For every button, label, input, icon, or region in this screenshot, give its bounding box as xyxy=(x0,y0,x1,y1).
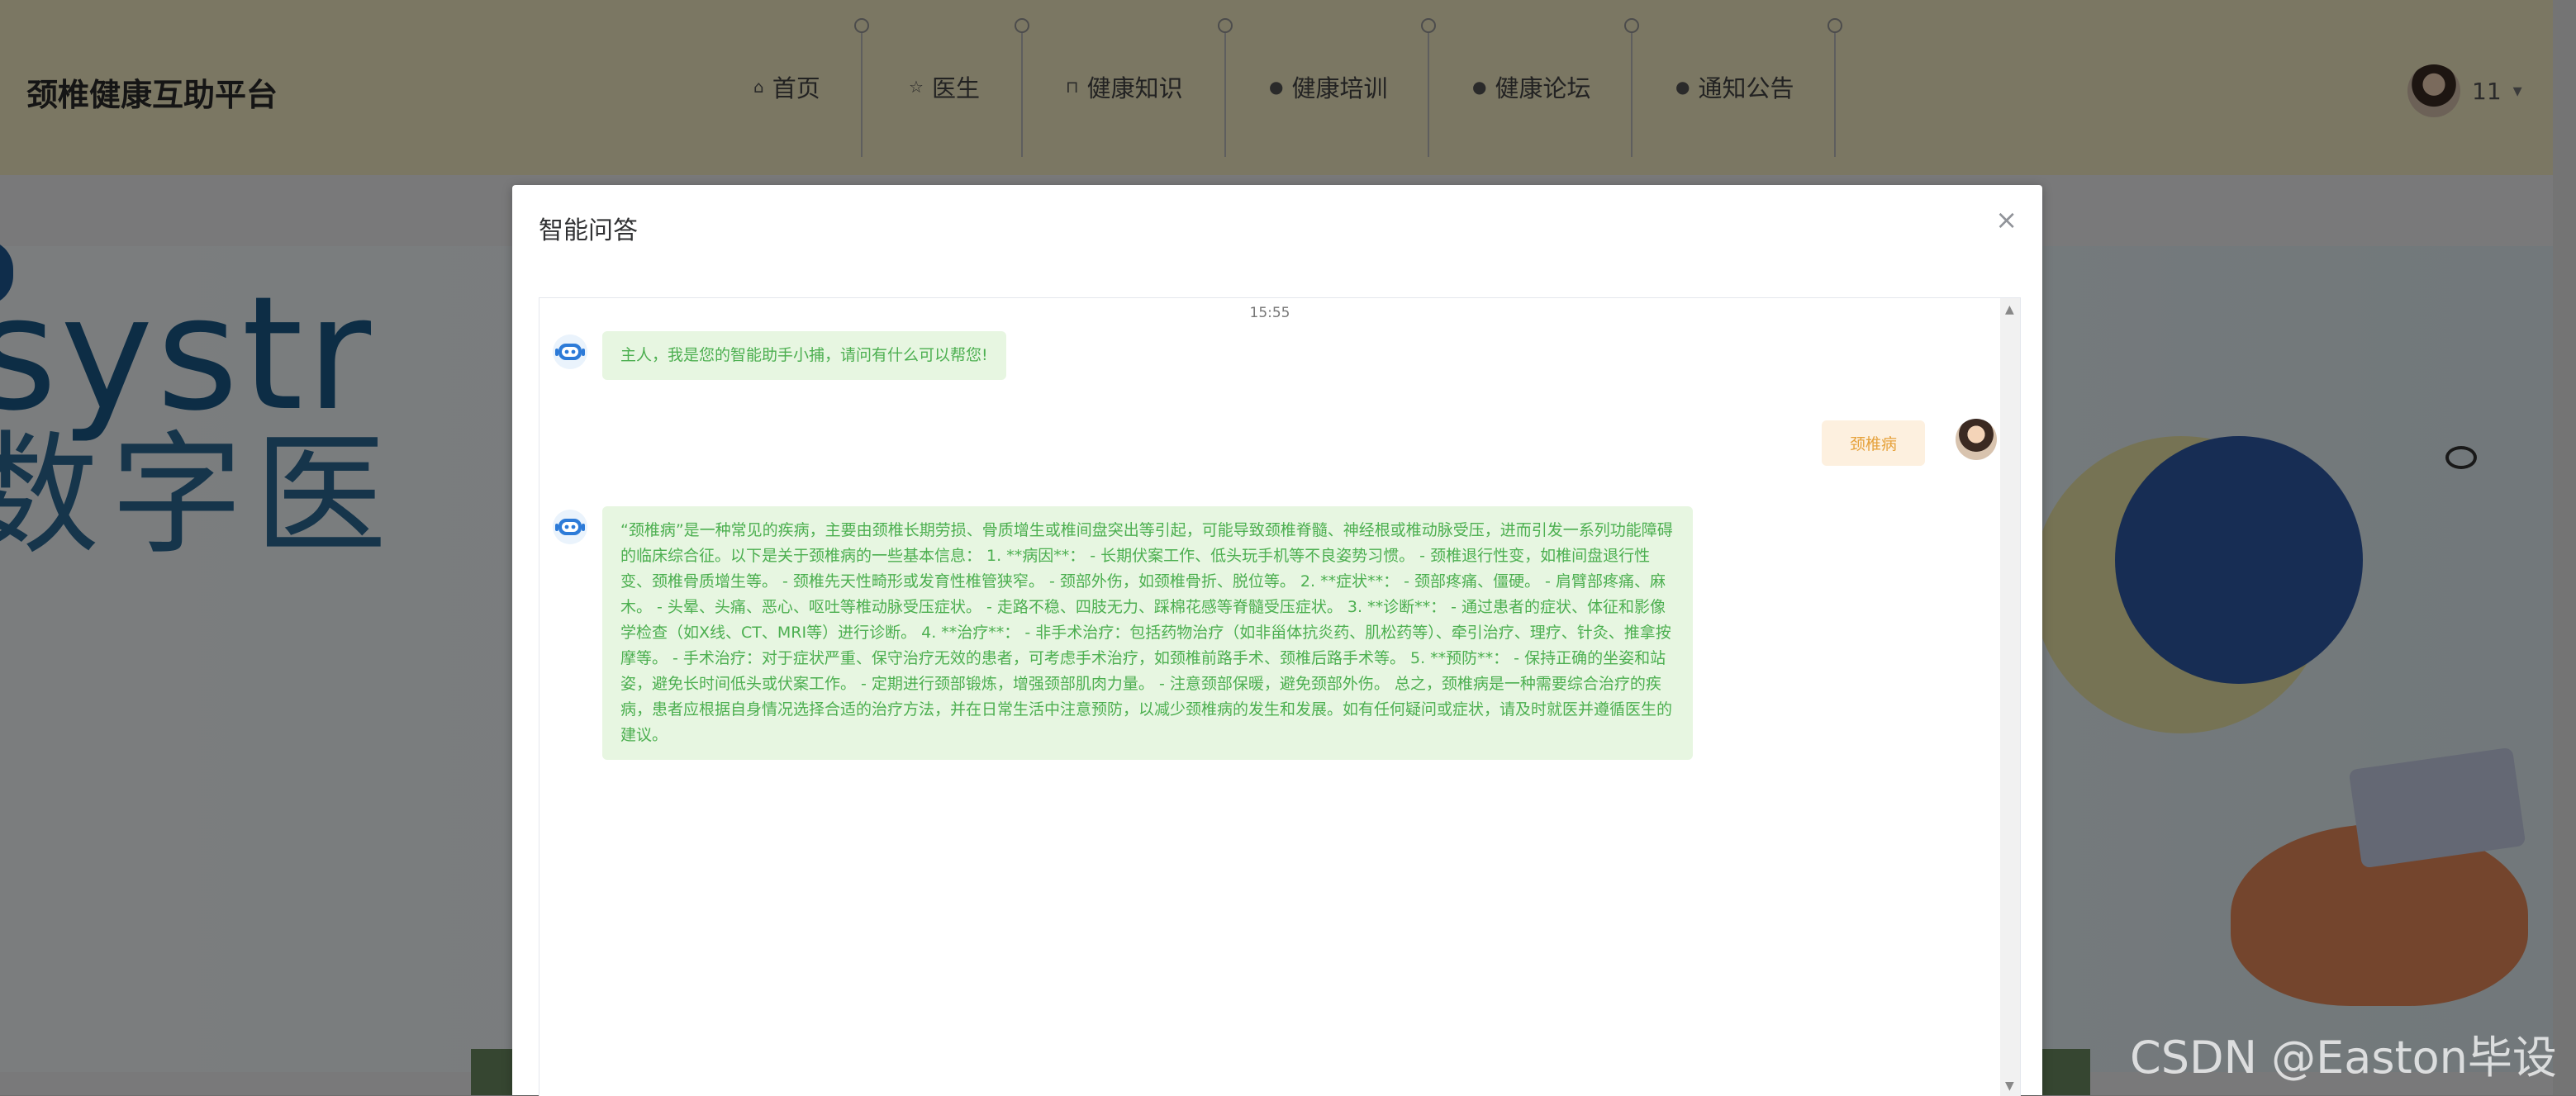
dialog-title: 智能问答 xyxy=(539,216,638,245)
robot-icon xyxy=(553,510,587,544)
scroll-up-icon[interactable]: ▲ xyxy=(2005,303,2014,316)
avatar xyxy=(1956,419,1997,460)
chat-scrollbar[interactable]: ▲ ▼ xyxy=(2000,298,2020,1096)
smart-qa-dialog: 智能问答 × 15:55 主人，我是您的智能助手小捕，请问有什么可以帮您! 颈椎… xyxy=(512,185,2042,1096)
chat-window[interactable]: 15:55 主人，我是您的智能助手小捕，请问有什么可以帮您! 颈椎病 “颈椎病”… xyxy=(539,297,2021,1096)
user-message: 颈椎病 xyxy=(1822,420,1926,466)
scroll-down-icon[interactable]: ▼ xyxy=(2005,1079,2014,1093)
watermark-text: CSDN @Easton毕设 xyxy=(2130,1032,2557,1084)
bot-message: 主人，我是您的智能助手小捕，请问有什么可以帮您! xyxy=(602,331,1006,380)
bot-answer-message: “颈椎病”是一种常见的疾病，主要由颈椎长期劳损、骨质增生或椎间盘突出等引起，可能… xyxy=(602,506,1693,760)
message-timestamp: 15:55 xyxy=(1249,305,1290,321)
robot-icon xyxy=(553,334,587,369)
close-icon[interactable]: × xyxy=(1995,206,2018,233)
